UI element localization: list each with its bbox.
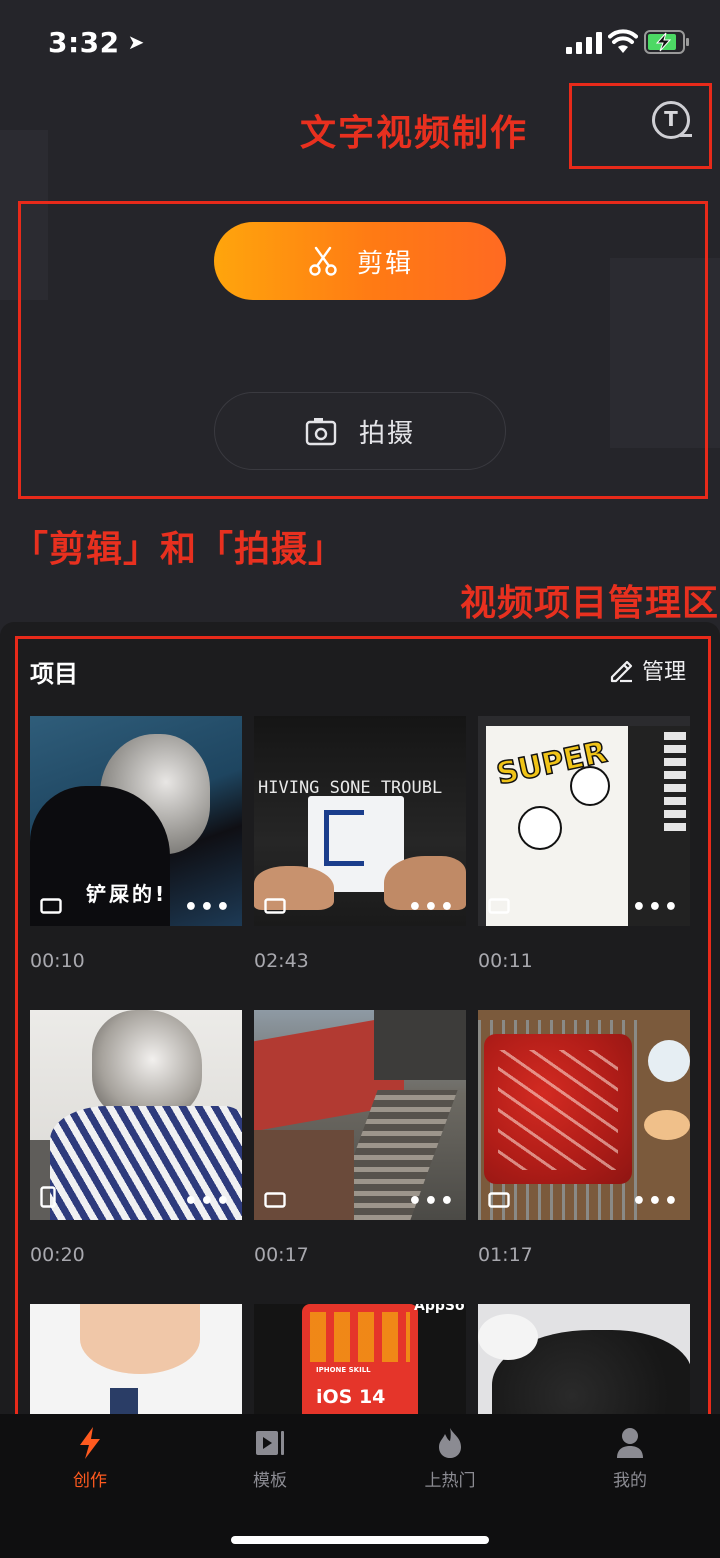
home-indicator[interactable] (231, 1536, 489, 1544)
text-tool-button[interactable]: T (652, 101, 690, 139)
cellular-signal-icon (566, 32, 602, 54)
landscape-icon (488, 1192, 510, 1208)
location-arrow-icon: ➤ (127, 30, 145, 54)
annotation-project-area: 视频项目管理区 (460, 583, 720, 624)
project-thumbnail[interactable]: SUPER ••• (478, 716, 690, 926)
edit-button[interactable]: 剪辑 (214, 222, 506, 300)
project-duration: 01:17 (478, 1244, 533, 1266)
tab-label: 我的 (613, 1471, 647, 1491)
tab-label: 上热门 (424, 1471, 476, 1491)
manage-label: 管理 (642, 660, 687, 685)
project-duration: 00:10 (30, 950, 85, 972)
camera-icon (305, 418, 337, 446)
thumbnail-image-cat-close (478, 1304, 690, 1414)
pencil-edit-icon (610, 660, 633, 683)
more-options-icon[interactable]: ••• (408, 895, 456, 920)
projects-title: 项目 (30, 660, 78, 688)
thumbnail-overlay-text: IPHONE SKILL (316, 1366, 371, 1374)
more-options-icon[interactable]: ••• (632, 895, 680, 920)
project-thumbnail[interactable]: ••• (254, 1010, 466, 1220)
annotation-box-text-tool (569, 83, 712, 169)
annotation-edit-shoot: 「剪辑」和「拍摄」 (12, 529, 346, 570)
manage-button[interactable]: 管理 (608, 654, 686, 686)
more-options-icon[interactable]: ••• (184, 1189, 232, 1214)
tab-templates[interactable]: 模板 (220, 1426, 320, 1491)
landscape-icon (264, 1192, 286, 1208)
template-play-icon (256, 1431, 284, 1455)
thumbnail-image-person-shirt (30, 1304, 242, 1414)
project-duration: 00:20 (30, 1244, 85, 1266)
thumbnail-caption: HIVING SONE TROUBL (258, 778, 443, 798)
flame-icon (439, 1428, 461, 1458)
thumbnail-caption: iOS 14 (316, 1386, 386, 1408)
project-thumbnail[interactable]: ••• (478, 1010, 690, 1220)
thumbnail-caption: 铲屎的! (86, 882, 168, 906)
lightning-icon (80, 1427, 100, 1459)
clock-text: 3:32 (48, 26, 120, 59)
tab-trending[interactable]: 上热门 (400, 1426, 500, 1491)
more-options-icon[interactable]: ••• (184, 895, 232, 920)
status-time: 3:32 ➤ (48, 26, 145, 59)
scissors-icon (309, 246, 337, 276)
landscape-icon (264, 898, 286, 914)
tab-create[interactable]: 创作 (40, 1426, 140, 1491)
battery-charging-icon (644, 30, 689, 54)
project-duration: 00:17 (254, 1244, 309, 1266)
person-icon (617, 1428, 643, 1458)
portrait-icon (40, 1186, 56, 1208)
project-thumbnail[interactable]: HIVING SONE TROUBL ••• (254, 716, 466, 926)
annotation-title: 文字视频制作 (300, 113, 529, 154)
shoot-button-label: 拍摄 (358, 418, 415, 449)
tab-label: 模板 (253, 1471, 287, 1491)
project-thumbnail[interactable]: 铲屎的! ••• (30, 716, 242, 926)
text-tool-glyph: T (664, 107, 678, 131)
project-thumbnail[interactable] (30, 1304, 242, 1414)
project-duration: 02:43 (254, 950, 309, 972)
tab-label: 创作 (73, 1471, 107, 1491)
shoot-button[interactable]: 拍摄 (214, 392, 506, 470)
wifi-icon (608, 29, 638, 53)
landscape-icon (488, 898, 510, 914)
project-thumbnail[interactable]: ••• (30, 1010, 242, 1220)
edit-button-label: 剪辑 (356, 248, 413, 279)
status-bar: 3:32 ➤ (0, 0, 720, 88)
thumbnail-corner-text: AppSo (414, 1304, 465, 1314)
more-options-icon[interactable]: ••• (632, 1189, 680, 1214)
tab-profile[interactable]: 我的 (580, 1426, 680, 1491)
thumbnail-image-ios14: IPHONE SKILL iOS 14 AppSo (254, 1304, 466, 1414)
landscape-icon (40, 898, 62, 914)
project-thumbnail[interactable] (478, 1304, 690, 1414)
more-options-icon[interactable]: ••• (408, 1189, 456, 1214)
project-duration: 00:11 (478, 950, 533, 972)
project-thumbnail[interactable]: IPHONE SKILL iOS 14 AppSo (254, 1304, 466, 1414)
